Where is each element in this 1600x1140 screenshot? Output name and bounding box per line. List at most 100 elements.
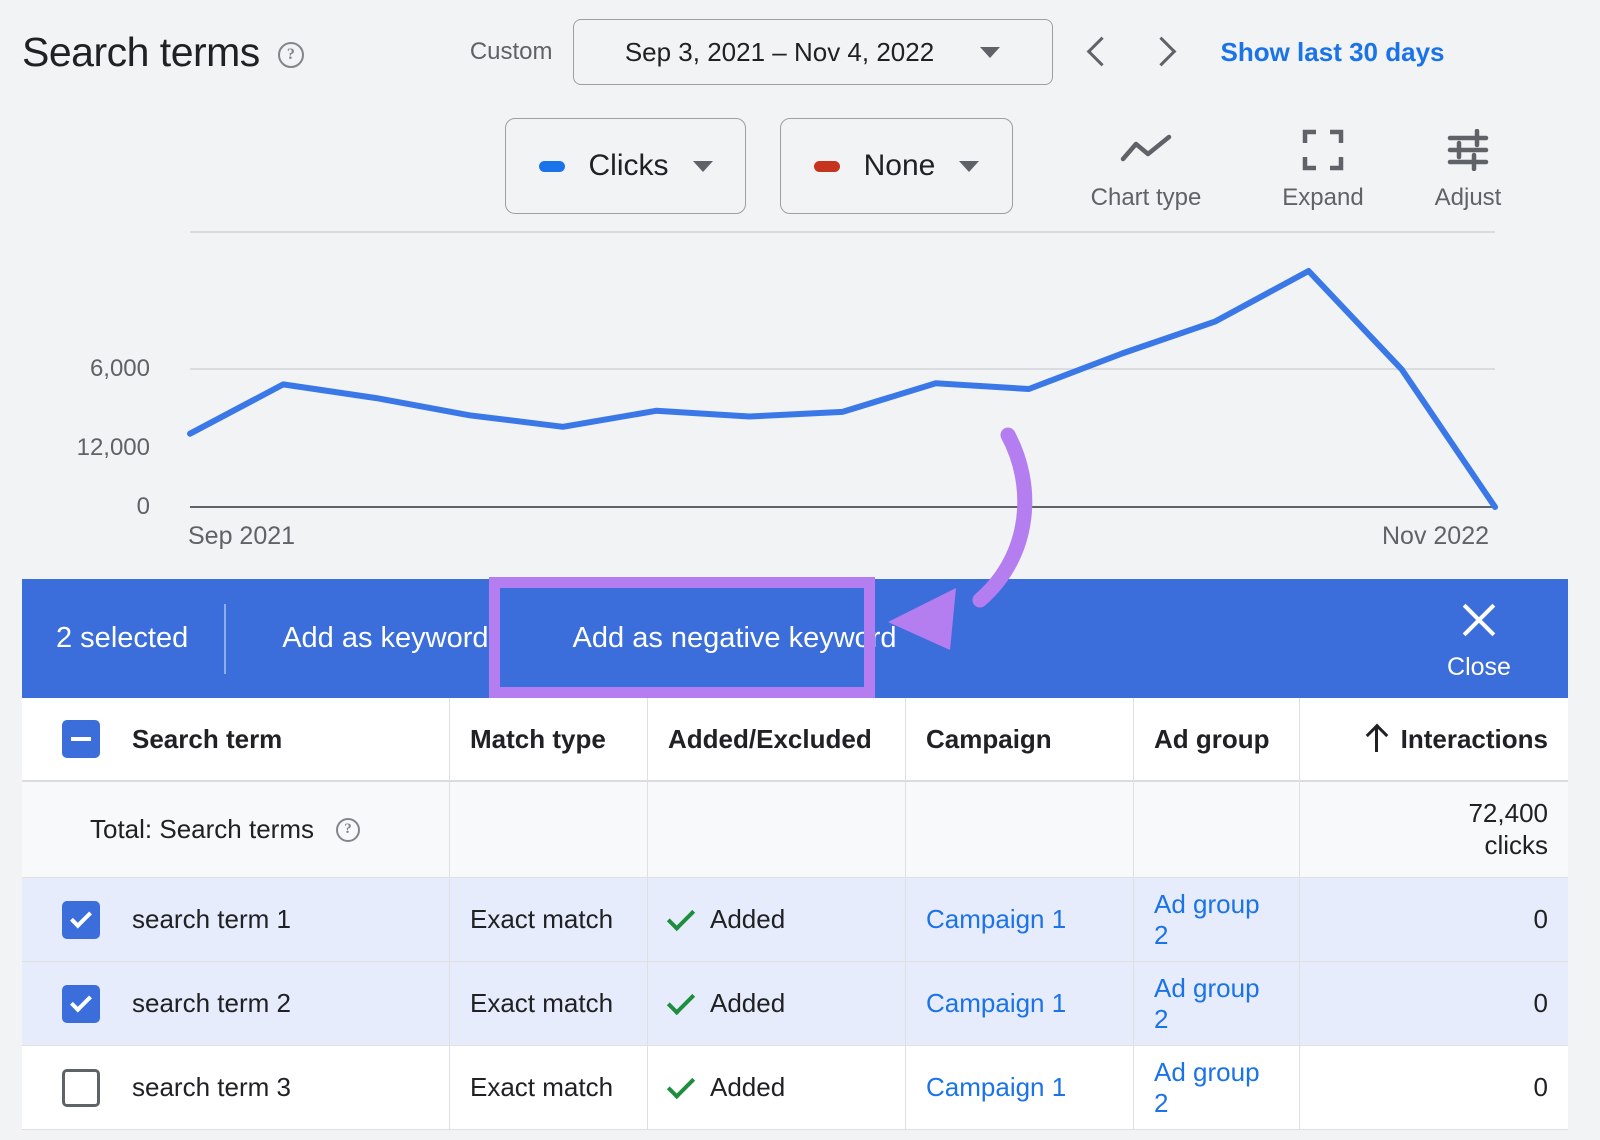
row-ad-group-link[interactable]: Ad group 2 [1154, 973, 1279, 1035]
row-cell-ad-group: Ad group 2 [1134, 962, 1300, 1046]
chart-type-button[interactable]: Chart type [1076, 124, 1216, 212]
expand-icon [1253, 124, 1393, 176]
row-checkbox[interactable] [62, 1069, 100, 1107]
show-last-30-days-link[interactable]: Show last 30 days [1221, 37, 1445, 68]
expand-button[interactable]: Expand [1253, 124, 1393, 212]
total-cell-interactions: 72,400 clicks [1300, 782, 1568, 878]
chart-type-label: Chart type [1076, 184, 1216, 212]
row-cell-added-excluded: Added [648, 878, 906, 962]
row-ad-group-link[interactable]: Ad group 2 [1154, 1057, 1279, 1119]
help-circle-icon[interactable]: ? [336, 818, 360, 842]
table-row[interactable]: search term 1 Exact match Added Campaign… [22, 878, 1568, 962]
row-campaign-link[interactable]: Campaign 1 [926, 988, 1066, 1019]
total-label-cell: Total: Search terms ? [22, 782, 450, 878]
row-cell-ad-group: Ad group 2 [1134, 1046, 1300, 1130]
sliders-icon [1398, 124, 1538, 176]
sort-ascending-icon [1365, 726, 1387, 752]
selected-count-label: 2 selected [56, 622, 188, 655]
primary-metric-selector[interactable]: Clicks [505, 118, 746, 214]
total-interactions-unit: clicks [1484, 830, 1548, 862]
header-cell-campaign[interactable]: Campaign [906, 698, 1134, 782]
table-total-row: Total: Search terms ? 72,400 clicks [22, 782, 1568, 878]
line-chart-icon [1076, 124, 1216, 176]
help-circle-icon[interactable]: ? [278, 42, 304, 68]
row-cell-match-type: Exact match [450, 878, 648, 962]
row-cell-search-term: search term 2 [22, 962, 450, 1046]
total-interactions-value: 72,400 [1468, 798, 1548, 830]
metric-color-swatch-secondary [814, 161, 840, 172]
header-label-match-type: Match type [470, 724, 606, 755]
close-button[interactable]: Close [1424, 597, 1534, 682]
header-label-search-term: Search term [132, 724, 282, 755]
header-cell-match-type[interactable]: Match type [450, 698, 648, 782]
page-header: Search terms ? Custom Sep 3, 2021 – Nov … [0, 0, 1600, 104]
row-campaign-link[interactable]: Campaign 1 [926, 1072, 1066, 1103]
row-ad-group-link[interactable]: Ad group 2 [1154, 889, 1279, 951]
table-row[interactable]: search term 3 Exact match Added Campaign… [22, 1046, 1568, 1130]
chevron-down-icon [693, 161, 713, 172]
clicks-line-chart: 12,000 6,000 0 Sep 2021 Nov 2022 [0, 216, 1600, 576]
total-cell-campaign [906, 782, 1134, 878]
total-label: Total: Search terms [90, 814, 314, 845]
row-cell-search-term: search term 1 [22, 878, 450, 962]
row-interactions: 0 [1534, 1072, 1548, 1103]
total-cell-ad-group [1134, 782, 1300, 878]
search-terms-page: Search terms ? Custom Sep 3, 2021 – Nov … [0, 0, 1600, 1140]
secondary-metric-selector[interactable]: None [780, 118, 1013, 214]
row-cell-match-type: Exact match [450, 1046, 648, 1130]
date-range-picker[interactable]: Sep 3, 2021 – Nov 4, 2022 [573, 19, 1053, 85]
series-line-clicks [190, 271, 1495, 507]
row-checkbox[interactable] [62, 901, 100, 939]
row-checkbox[interactable] [62, 985, 100, 1023]
divider [224, 604, 226, 674]
row-cell-added-excluded: Added [648, 962, 906, 1046]
header-label-interactions: Interactions [1401, 724, 1548, 755]
total-cell-added-excluded [648, 782, 906, 878]
adjust-button[interactable]: Adjust [1398, 124, 1538, 212]
adjust-label: Adjust [1398, 184, 1538, 212]
metric-color-swatch-primary [539, 161, 565, 172]
close-label: Close [1424, 653, 1534, 682]
table-header-row: Search term Match type Added/Excluded Ca… [22, 698, 1568, 782]
header-cell-search-term: Search term [22, 698, 450, 782]
date-range-value: Sep 3, 2021 – Nov 4, 2022 [625, 37, 934, 68]
chevron-down-icon [980, 47, 1000, 58]
chevron-left-icon[interactable] [1083, 35, 1117, 69]
add-as-negative-keyword-button[interactable]: Add as negative keyword [539, 579, 931, 698]
row-cell-match-type: Exact match [450, 962, 648, 1046]
check-icon [667, 1070, 695, 1098]
row-cell-interactions: 0 [1300, 962, 1568, 1046]
row-status: Added [710, 1072, 785, 1103]
header-label-added-excluded: Added/Excluded [668, 724, 872, 755]
chevron-down-icon [959, 161, 979, 172]
chevron-right-icon[interactable] [1145, 35, 1179, 69]
row-status: Added [710, 904, 785, 935]
row-interactions: 0 [1534, 988, 1548, 1019]
date-nav [1083, 35, 1179, 69]
x-axis-tick-end: Nov 2022 [1382, 522, 1489, 551]
select-all-checkbox[interactable] [62, 720, 100, 758]
add-as-keyword-button[interactable]: Add as keyword [248, 579, 522, 698]
row-cell-campaign: Campaign 1 [906, 878, 1134, 962]
expand-label: Expand [1253, 184, 1393, 212]
header-cell-interactions[interactable]: Interactions [1300, 698, 1568, 782]
header-label-ad-group: Ad group [1154, 724, 1270, 755]
header-cell-ad-group[interactable]: Ad group [1134, 698, 1300, 782]
header-cell-added-excluded[interactable]: Added/Excluded [648, 698, 906, 782]
x-axis-tick-start: Sep 2021 [188, 522, 295, 551]
chart-plot-area [0, 216, 1600, 526]
primary-metric-label: Clicks [589, 149, 669, 183]
row-match-type: Exact match [470, 904, 613, 935]
chart-toolbar: Clicks None Chart type [0, 110, 1600, 222]
row-cell-interactions: 0 [1300, 1046, 1568, 1130]
row-cell-campaign: Campaign 1 [906, 962, 1134, 1046]
check-icon [667, 986, 695, 1014]
row-match-type: Exact match [470, 988, 613, 1019]
row-campaign-link[interactable]: Campaign 1 [926, 904, 1066, 935]
check-icon [667, 902, 695, 930]
row-cell-ad-group: Ad group 2 [1134, 878, 1300, 962]
row-search-term: search term 3 [132, 1072, 291, 1103]
table-row[interactable]: search term 2 Exact match Added Campaign… [22, 962, 1568, 1046]
search-terms-table: Search term Match type Added/Excluded Ca… [22, 698, 1568, 1130]
row-match-type: Exact match [470, 1072, 613, 1103]
